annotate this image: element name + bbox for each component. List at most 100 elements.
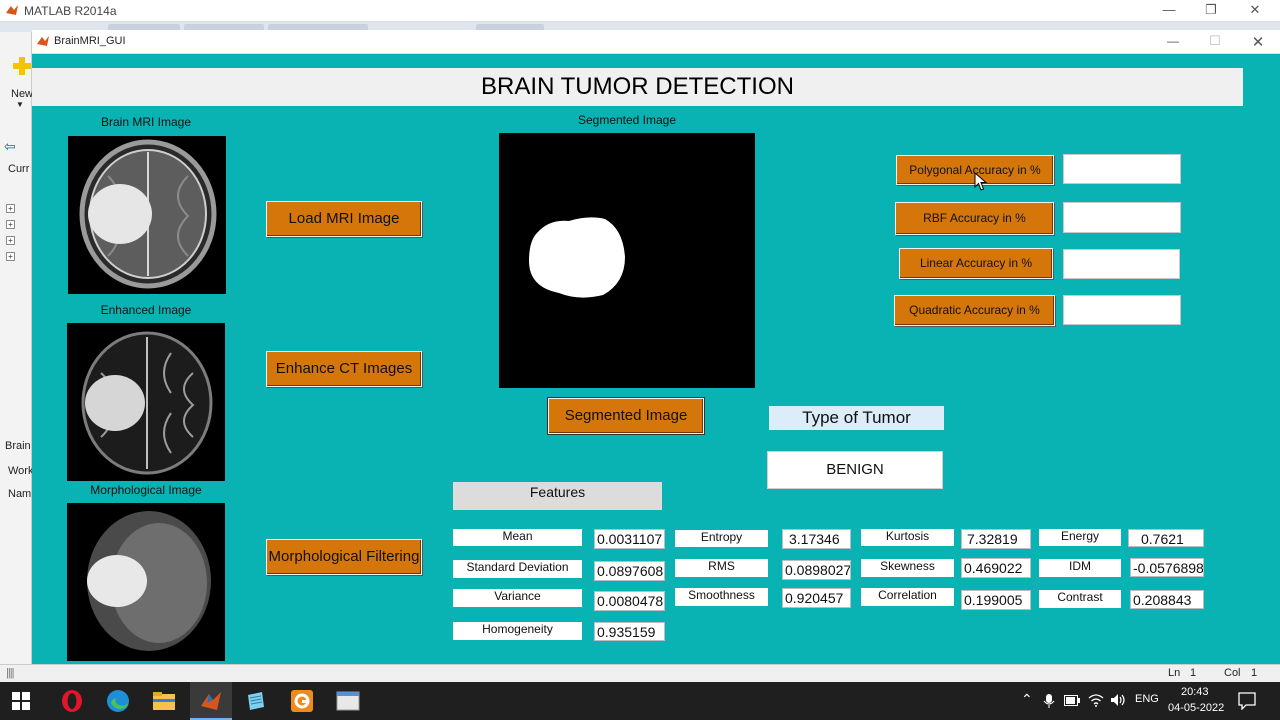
segmented-caption: Segmented Image — [577, 113, 677, 127]
column-label: Col — [1224, 667, 1241, 679]
matlab-close-icon[interactable]: ✕ — [1240, 2, 1270, 18]
feature-label-entropy: Entropy — [675, 530, 768, 547]
matlab-statusbar: |||| Ln 1 Col 1 — [0, 664, 1280, 682]
feature-value-skewness: 0.469022 — [961, 558, 1031, 578]
gui-titlebar: BrainMRI_GUI — ☐ ✕ — [32, 30, 1280, 54]
feature-label-variance: Variance — [453, 589, 582, 607]
windows-taskbar: ⌃ ENG 20:43 04-05-2022 — [0, 682, 1280, 720]
enhanced-caption: Enhanced Image — [100, 303, 192, 317]
current-folder-label: Curr — [8, 163, 30, 175]
gui-close-icon[interactable]: ✕ — [1243, 33, 1273, 51]
matlab-taskbar-icon — [201, 692, 221, 710]
feature-value-variance: 0.0080478 — [594, 591, 665, 611]
edge-browser-icon[interactable] — [106, 689, 130, 713]
feature-value-kurtosis: 7.32819 — [961, 529, 1031, 549]
matlab-left-panel: New ▼ ⇦ Curr + + + + Brain Work Nam — [0, 32, 34, 664]
back-arrow-icon[interactable]: ⇦ — [4, 138, 16, 155]
feature-label-contrast: Contrast — [1039, 590, 1121, 608]
matlab-logo-icon — [37, 36, 49, 46]
battery-icon[interactable] — [1064, 695, 1080, 706]
feature-value-mean: 0.0031107 — [594, 529, 665, 549]
microphone-icon[interactable] — [1043, 694, 1055, 708]
windows-start-icon[interactable] — [12, 692, 30, 710]
gui-title: BrainMRI_GUI — [54, 35, 126, 47]
expand-icon[interactable]: + — [6, 204, 15, 213]
feature-label-correlation: Correlation — [861, 588, 954, 606]
wifi-icon[interactable] — [1088, 693, 1104, 707]
segmented-image — [499, 133, 755, 388]
feature-label-homogeneity: Homogeneity — [453, 622, 582, 640]
linear-accuracy-button[interactable]: Linear Accuracy in % — [899, 248, 1053, 279]
feature-label-idm: IDM — [1039, 559, 1121, 577]
brain-mri-caption: Brain MRI Image — [100, 115, 192, 129]
new-label[interactable]: New — [11, 88, 33, 100]
load-mri-image-button[interactable]: Load MRI Image — [266, 201, 422, 237]
morphological-image — [67, 503, 225, 661]
feature-label-skewness: Skewness — [861, 559, 954, 577]
matlab-titlebar: MATLAB R2014a — ❐ ✕ — [0, 0, 1280, 22]
enhance-ct-images-button[interactable]: Enhance CT Images — [266, 351, 422, 387]
new-plus-icon[interactable] — [12, 56, 32, 76]
workspace-label: Work — [8, 465, 34, 477]
feature-value-smoothness: 0.920457 — [782, 588, 851, 608]
brain-mri-image — [68, 136, 226, 294]
page-title: BRAIN TUMOR DETECTION — [32, 68, 1243, 106]
feature-value-contrast: 0.208843 — [1130, 590, 1204, 609]
feature-value-idm: -0.0576898 — [1130, 558, 1204, 577]
feature-label-rms: RMS — [675, 559, 768, 577]
opera-browser-icon[interactable] — [60, 689, 84, 713]
resize-grip-icon[interactable]: |||| — [6, 667, 15, 679]
notepad-icon[interactable] — [244, 689, 268, 713]
feature-value-rms: 0.0898027 — [782, 560, 851, 580]
mouse-cursor-icon — [974, 172, 988, 191]
feature-value-correlation: 0.199005 — [961, 590, 1031, 610]
brainmri-gui-window: BrainMRI_GUI — ☐ ✕ BRAIN TUMOR DETECTION… — [32, 30, 1280, 664]
feature-label-mean: Mean — [453, 529, 582, 546]
chevron-down-icon[interactable]: ▼ — [16, 100, 24, 109]
morphological-caption: Morphological Image — [90, 483, 202, 497]
rbf-accuracy-button[interactable]: RBF Accuracy in % — [895, 202, 1054, 235]
brain-file-label: Brain — [5, 440, 31, 452]
clock-time[interactable]: 20:43 — [1181, 686, 1209, 698]
volume-icon[interactable] — [1110, 693, 1126, 707]
window-app-icon[interactable] — [336, 689, 360, 713]
tray-chevron-up-icon[interactable]: ⌃ — [1021, 691, 1033, 708]
expand-icon[interactable]: + — [6, 252, 15, 261]
taskbar-active-matlab[interactable] — [190, 682, 232, 720]
rbf-accuracy-field[interactable] — [1063, 202, 1181, 233]
quadratic-accuracy-button[interactable]: Quadratic Accuracy in % — [894, 295, 1055, 326]
feature-value-homogeneity: 0.935159 — [594, 622, 665, 641]
column-value: 1 — [1251, 667, 1258, 679]
language-indicator[interactable]: ENG — [1135, 693, 1159, 705]
morphological-filtering-button[interactable]: Morphological Filtering — [266, 539, 422, 575]
line-label: Ln — [1168, 667, 1181, 679]
expand-icon[interactable]: + — [6, 220, 15, 229]
quadratic-accuracy-field[interactable] — [1063, 295, 1181, 325]
segmented-image-button[interactable]: Segmented Image — [548, 398, 704, 434]
line-value: 1 — [1190, 667, 1197, 679]
polygonal-accuracy-field[interactable] — [1063, 154, 1181, 184]
features-header: Features — [453, 482, 662, 510]
matlab-restore-icon[interactable]: ❐ — [1196, 2, 1226, 18]
file-explorer-icon[interactable] — [152, 689, 176, 713]
name-column-label: Nam — [8, 488, 32, 500]
feature-label-energy: Energy — [1039, 529, 1121, 546]
matlab-minimize-icon[interactable]: — — [1154, 2, 1184, 17]
notification-icon[interactable] — [1238, 692, 1256, 710]
tumor-type-value: BENIGN — [767, 451, 943, 489]
linear-accuracy-field[interactable] — [1063, 249, 1180, 279]
feature-label-smoothness: Smoothness — [675, 588, 768, 606]
feature-label-kurtosis: Kurtosis — [861, 529, 954, 546]
matlab-logo-icon — [6, 5, 18, 15]
expand-icon[interactable]: + — [6, 236, 15, 245]
feature-value-energy: 0.7621 — [1128, 529, 1204, 547]
presentation-app-icon[interactable] — [290, 689, 314, 713]
clock-date[interactable]: 04-05-2022 — [1168, 702, 1224, 714]
gui-maximize-icon[interactable]: ☐ — [1200, 33, 1230, 49]
matlab-title: MATLAB R2014a — [24, 4, 117, 18]
feature-label-standard-deviation: Standard Deviation — [453, 560, 582, 578]
feature-value-standard-deviation: 0.0897608 — [594, 561, 665, 581]
gui-minimize-icon[interactable]: — — [1158, 34, 1188, 48]
feature-value-entropy: 3.17346 — [782, 529, 851, 549]
enhanced-image — [67, 323, 225, 481]
